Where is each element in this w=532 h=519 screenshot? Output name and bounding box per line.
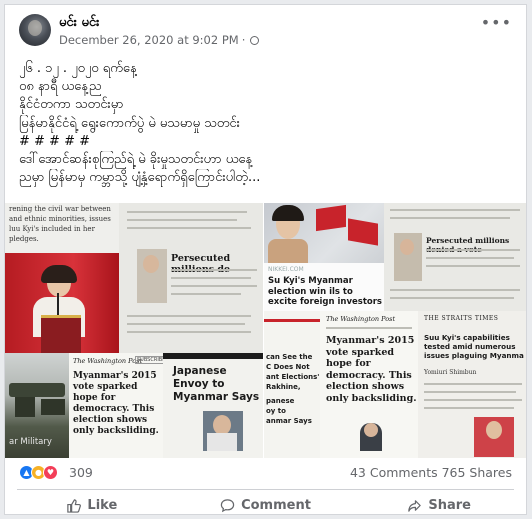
clip-headline: oy to — [266, 407, 286, 415]
clip-headline: Suu Kyi's capabilities tested amid numer… — [424, 333, 524, 360]
newspaper-clip: Persecuted millions de — [119, 203, 263, 353]
clip-headline: can See the — [266, 353, 313, 361]
body-line: ၂၆ . ၁၂ . ၂၀၂၀ ရက်နေ့ — [19, 61, 137, 76]
newspaper-clip: Persecuted millions denied a vote — [384, 203, 526, 311]
body-line: ညမှာ မြန်မာမှ ကမ္ဘာသို့ ပျံ့နှံ့ရောက်ရှိ… — [19, 170, 261, 186]
clip-masthead: THE STRAITS TIMES — [424, 315, 499, 322]
love-reaction-icon: ♥ — [43, 465, 58, 480]
newspaper-clip: The Washington Post SUBSCRIBE Myanmar's … — [69, 353, 163, 458]
body-line: နိုင်ငံတကာ သတင်းမှာ — [19, 97, 124, 113]
newspaper-clip: The Washington Post Myanmar's 2015 vote … — [320, 311, 418, 458]
reaction-icons[interactable]: ▲ ● ♥ — [19, 465, 58, 480]
comments-shares-count[interactable]: 43 Comments 765 Shares — [350, 465, 512, 480]
clip-text: rening the civil war between — [9, 205, 111, 213]
reaction-count[interactable]: 309 — [69, 465, 93, 480]
like-button[interactable]: Like — [5, 492, 179, 514]
collage-image-right[interactable]: NIKKEI.COM Su Kyi's Myanmar election win… — [264, 203, 526, 458]
engagement-stats: ▲ ● ♥ 309 43 Comments 765 Shares — [19, 463, 512, 483]
share-icon — [408, 499, 422, 512]
newspaper-clip: can See the C Does Not ant Elections' Ra… — [264, 311, 320, 458]
newspaper-clip: THE STRAITS TIMES Suu Kyi's capabilities… — [418, 311, 526, 458]
clip-headline: C Does Not — [266, 363, 310, 371]
clip-masthead: The Washington Post — [326, 315, 396, 323]
clip-text: luu Kyi's included in her — [9, 225, 95, 233]
comment-button[interactable]: Comment — [179, 492, 353, 514]
newspaper-clip: Japanese Envoy to Myanmar Says — [163, 353, 263, 458]
photo-collage[interactable]: rening the civil war between and ethnic … — [5, 203, 526, 458]
nikkei-clip: NIKKEI.COM Su Kyi's Myanmar election win… — [264, 203, 384, 311]
share-label: Share — [428, 497, 471, 513]
newspaper-clip: rening the civil war between and ethnic … — [5, 203, 119, 253]
clip-headline: Su Kyi's Myanmar election win ils to exc… — [268, 276, 382, 307]
globe-icon — [250, 35, 260, 45]
post-card: မင်း မင်း December 26, 2020 at 9:02 PM ·… — [4, 4, 527, 515]
clip-headline: panese — [266, 397, 295, 405]
author-name[interactable]: မင်း မင်း — [59, 14, 99, 33]
comment-icon — [220, 498, 235, 512]
clip-headline: Persecuted millions denied a vote — [426, 236, 510, 254]
clip-text: pledges. — [9, 235, 39, 243]
more-options-icon[interactable]: ••• — [481, 15, 512, 31]
clip-headline: anmar Says — [266, 417, 312, 425]
divider — [17, 489, 514, 490]
clip-text: and ethnic minorities, issues — [9, 215, 111, 223]
body-line: ၀၈ နာရီ ယနေ့ည — [19, 79, 102, 95]
like-label: Like — [87, 497, 118, 513]
meta-separator: · — [241, 33, 246, 47]
action-bar: Like Comment Share — [5, 492, 526, 514]
military-photo: ar Military — [5, 353, 69, 458]
clip-headline: Japanese Envoy to Myanmar Says — [173, 365, 260, 403]
body-line: မြန်မာနိုင်ငံရဲ့ ရွေးကောက်ပွဲ မဲ မသမာမှု… — [19, 115, 240, 131]
speaker-photo — [5, 253, 119, 353]
thumbs-up-icon — [67, 498, 82, 513]
post-timestamp[interactable]: December 26, 2020 at 9:02 PM — [59, 33, 239, 47]
clip-headline: Persecuted millions de — [171, 253, 231, 275]
collage-image-left[interactable]: rening the civil war between and ethnic … — [5, 203, 263, 458]
post-body: ၂၆ . ၁၂ . ၂၀၂၀ ရက်နေ့ ၀၈ နာရီ ယနေ့ည နိုင… — [19, 60, 514, 187]
clip-site: NIKKEI.COM — [268, 266, 304, 273]
clip-headline: Rakhine, — [266, 383, 301, 391]
clip-headline: Myanmar's 2015 vote sparked hope for dem… — [326, 335, 417, 404]
clip-byline: Yomiuri Shimbun — [424, 369, 477, 376]
clip-headline: Myanmar's 2015 vote sparked hope for dem… — [73, 371, 159, 436]
post-header: မင်း မင်း December 26, 2020 at 9:02 PM ·… — [19, 14, 516, 54]
photo-caption: ar Military — [9, 437, 52, 447]
comment-label: Comment — [241, 497, 311, 513]
body-line: # # # # # — [19, 133, 90, 149]
clip-headline: ant Elections' — [266, 373, 320, 381]
avatar[interactable] — [19, 14, 51, 46]
post-meta: December 26, 2020 at 9:02 PM · — [59, 33, 260, 47]
clip-subscribe: SUBSCRIBE — [135, 356, 163, 364]
share-button[interactable]: Share — [352, 492, 526, 514]
body-line: ဒေါ်အောင်ဆန်းစုကြည်ရဲ့ မဲ ခိုးမှုသတင်းဟာ… — [19, 152, 253, 168]
clip-masthead: The Washington Post — [73, 357, 143, 365]
